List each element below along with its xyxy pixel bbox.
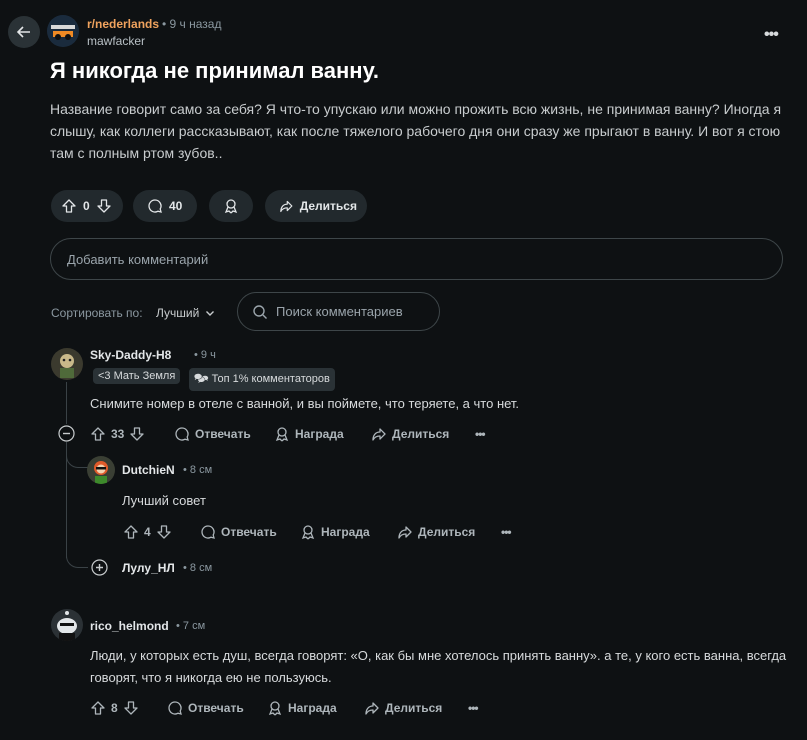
comment-text: Снимите номер в отеле с ванной, и вы пой… xyxy=(90,396,520,411)
award-icon xyxy=(275,426,289,441)
user-avatar-icon xyxy=(57,611,77,641)
post-time: • 9 ч назад xyxy=(162,17,222,31)
award-label: Награда xyxy=(321,524,370,539)
downvote-icon[interactable] xyxy=(96,198,112,214)
comment-text: Лучший совет xyxy=(122,493,206,508)
comment-composer[interactable]: Добавить комментарий xyxy=(50,238,783,280)
upvote-icon[interactable] xyxy=(123,524,139,540)
comment-actions: 33 Отвечать Награда Делиться ••• xyxy=(90,425,486,442)
award-label: Награда xyxy=(288,700,337,715)
award-icon xyxy=(268,700,282,715)
downvote-icon[interactable] xyxy=(123,700,139,716)
comment-actions: 4 Отвечать Награда Делиться ••• xyxy=(123,523,512,540)
search-placeholder: Поиск комментариев xyxy=(276,304,403,319)
reply-button[interactable]: Отвечать xyxy=(200,524,300,540)
reply-label: Отвечать xyxy=(188,700,244,715)
comment-search[interactable]: Поиск комментариев xyxy=(237,292,440,331)
more-button[interactable]: ••• xyxy=(468,701,479,715)
subreddit-name[interactable]: r/nederlands xyxy=(87,17,159,31)
comment-username[interactable]: rico_helmond xyxy=(90,619,169,633)
comment-username[interactable]: DutchieN xyxy=(122,463,175,477)
expand-button[interactable] xyxy=(91,559,108,576)
subreddit-logo-icon xyxy=(47,15,79,47)
subreddit-avatar[interactable] xyxy=(47,15,79,47)
post-comment-count: 40 xyxy=(169,199,183,213)
avatar[interactable] xyxy=(87,456,115,484)
downvote-icon[interactable] xyxy=(156,524,172,540)
share-icon xyxy=(372,427,386,441)
thread-line[interactable] xyxy=(66,382,67,424)
downvote-icon[interactable] xyxy=(129,426,145,442)
upvote-icon[interactable] xyxy=(61,198,77,214)
more-button[interactable]: ••• xyxy=(501,525,512,539)
avatar[interactable] xyxy=(51,609,83,641)
reply-button[interactable]: Отвечать xyxy=(174,426,274,442)
post-title: Я никогда не принимал ванну. xyxy=(50,58,380,83)
post-comments-button[interactable]: 40 xyxy=(133,190,197,222)
comment-actions: 8 Отвечать Награда Делиться ••• xyxy=(90,699,479,716)
post-more-button[interactable]: ••• xyxy=(764,26,779,44)
comment-time: • 9 ч xyxy=(194,349,216,361)
search-icon xyxy=(253,304,267,319)
user-flair: 🗫 Топ 1% комментаторов xyxy=(189,368,335,391)
user-avatar-icon xyxy=(94,461,108,484)
sort-value: Лучший xyxy=(156,306,200,320)
more-button[interactable]: ••• xyxy=(475,427,486,441)
back-arrow-icon xyxy=(16,26,30,38)
comment-icon xyxy=(148,199,162,213)
user-avatar-icon xyxy=(60,354,74,378)
award-button[interactable]: Награда xyxy=(267,700,364,716)
comment-username[interactable]: Лулу_НЛ xyxy=(122,561,175,575)
post-vote-pill: 0 xyxy=(51,190,123,222)
post-vote-count: 0 xyxy=(83,199,90,213)
upvote-icon[interactable] xyxy=(90,426,106,442)
comment-text: Люди, у которых есть душ, всегда говорят… xyxy=(90,648,787,685)
comment-time: • 8 см xyxy=(183,464,213,476)
collapse-icon xyxy=(58,425,75,442)
share-label: Делиться xyxy=(418,524,476,539)
avatar[interactable] xyxy=(51,348,83,380)
post-award-button[interactable] xyxy=(209,190,253,222)
post-author[interactable]: mawfacker xyxy=(87,34,145,48)
share-button[interactable]: Делиться xyxy=(397,524,501,540)
reply-label: Отвечать xyxy=(221,524,277,539)
sort-dropdown[interactable]: Лучший xyxy=(156,306,215,320)
award-icon xyxy=(224,199,238,214)
back-button[interactable] xyxy=(8,16,40,48)
award-button[interactable]: Награда xyxy=(274,426,371,442)
comment-vote-count: 4 xyxy=(144,524,151,539)
thread-branch xyxy=(66,442,88,468)
comment-icon xyxy=(201,524,215,539)
comment-icon xyxy=(175,426,189,441)
post-body: Название говорит само за себя? Я что-то … xyxy=(50,101,782,161)
award-label: Награда xyxy=(295,426,344,441)
award-icon xyxy=(301,524,315,539)
share-button[interactable]: Делиться xyxy=(371,426,475,442)
sort-label: Сортировать по: xyxy=(51,306,143,320)
comment-vote-count: 8 xyxy=(111,700,118,715)
post-share-button[interactable]: Делиться xyxy=(265,190,367,222)
thread-branch xyxy=(66,542,88,568)
share-button[interactable]: Делиться xyxy=(364,700,468,716)
share-icon xyxy=(280,200,293,213)
award-button[interactable]: Награда xyxy=(300,524,397,540)
comment-time: • 7 см xyxy=(176,620,206,632)
post-share-label: Делиться xyxy=(299,199,357,213)
upvote-icon[interactable] xyxy=(90,700,106,716)
share-icon xyxy=(398,525,412,539)
expand-icon xyxy=(91,559,108,576)
collapse-button[interactable] xyxy=(58,425,75,442)
comment-icon xyxy=(168,700,182,715)
reply-button[interactable]: Отвечать xyxy=(167,700,267,716)
share-label: Делиться xyxy=(392,426,450,441)
comment-vote-count: 33 xyxy=(111,426,125,441)
comment-username[interactable]: Sky-Daddy-H8 xyxy=(90,348,171,362)
share-icon xyxy=(365,701,379,715)
comment-time: • 8 см xyxy=(183,562,213,574)
chevron-down-icon xyxy=(206,311,215,316)
user-flair: <3 Мать Земля xyxy=(93,368,181,384)
reply-label: Отвечать xyxy=(195,426,251,441)
share-label: Делиться xyxy=(385,700,443,715)
